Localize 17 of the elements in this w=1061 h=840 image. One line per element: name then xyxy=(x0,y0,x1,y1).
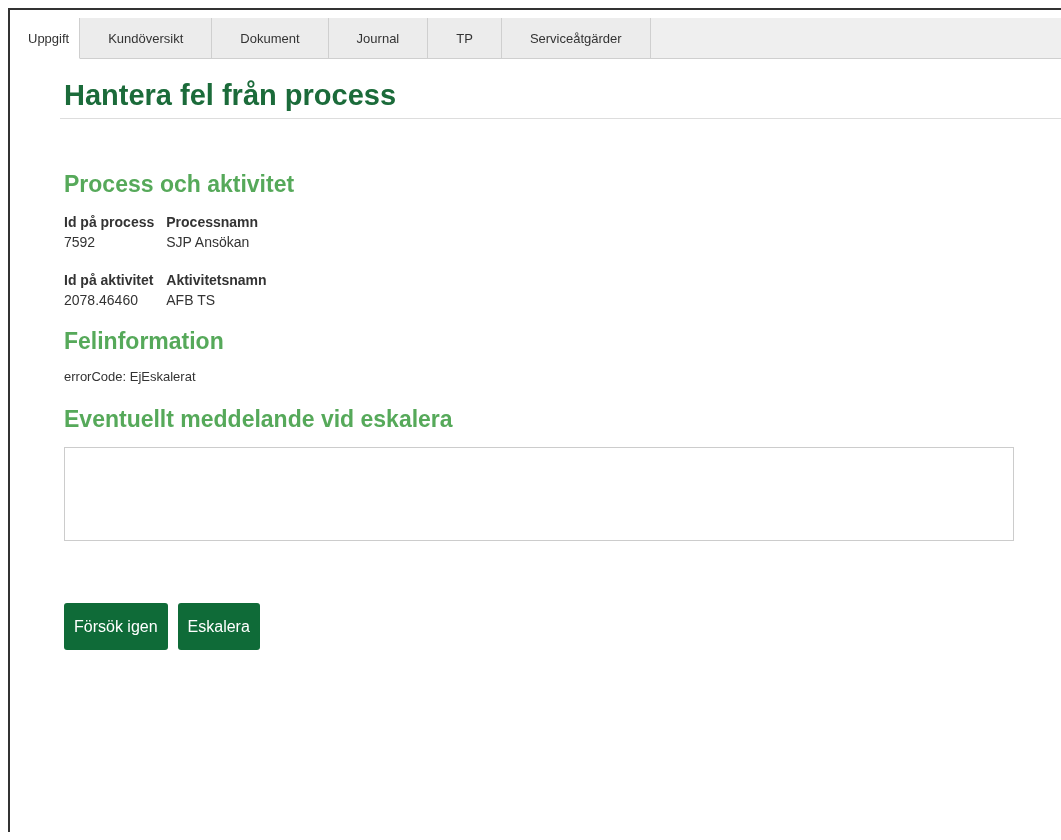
field-label: Processnamn xyxy=(166,213,260,232)
field-label: Aktivitetsnamn xyxy=(166,271,267,290)
field-value: AFB TS xyxy=(166,291,217,310)
field-label: Id på aktivitet xyxy=(64,271,155,290)
field-value: 7592 xyxy=(64,233,97,252)
section-heading: Process och aktivitet xyxy=(64,171,296,198)
field-value: SJP Ansökan xyxy=(166,233,251,252)
tab[interactable]: Uppgift xyxy=(18,18,81,59)
error-code: errorCode: EjEskalerat xyxy=(64,369,197,384)
section-heading: Eventuellt meddelande vid eskalera xyxy=(64,406,454,433)
field-label: Id på process xyxy=(64,213,155,232)
escalate-button[interactable]: Eskalera xyxy=(177,603,260,650)
page-title: Hantera fel från process xyxy=(64,79,397,113)
field-value: 2078.46460 xyxy=(64,291,139,310)
retry-button[interactable]: Försök igen xyxy=(64,603,168,650)
message-field[interactable] xyxy=(64,447,1014,541)
section-heading: Felinformation xyxy=(64,328,225,355)
